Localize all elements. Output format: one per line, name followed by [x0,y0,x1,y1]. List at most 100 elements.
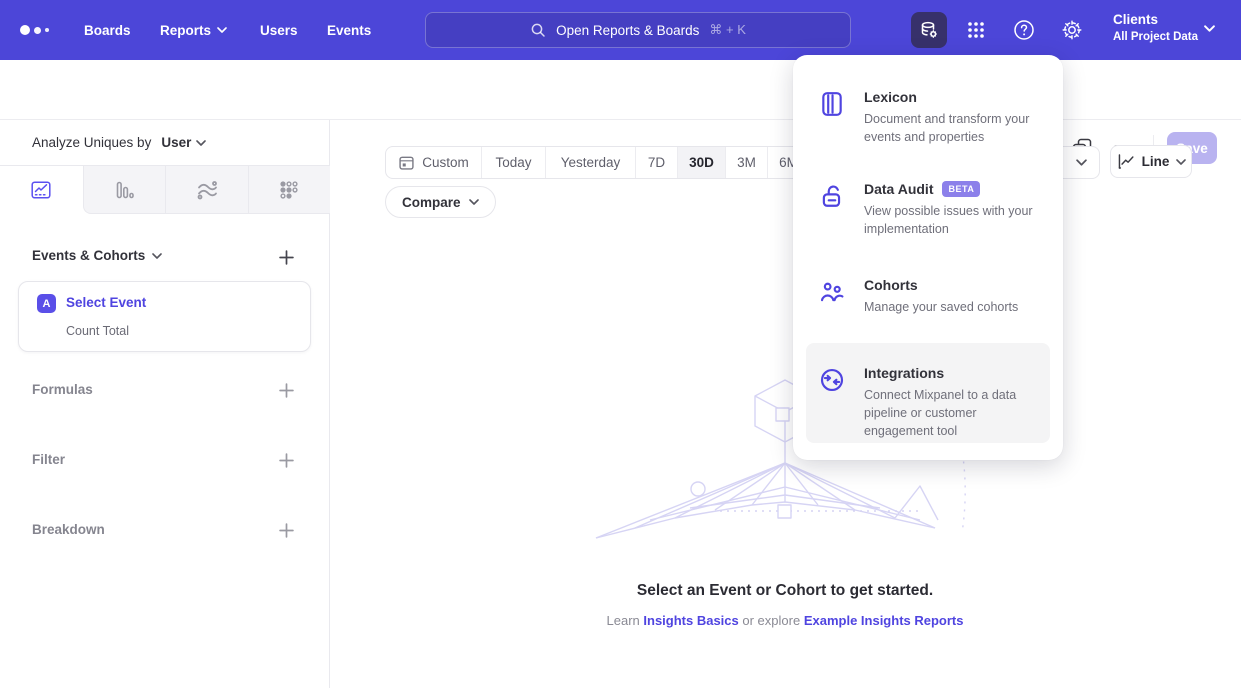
menu-item-description: View possible issues with your implement… [864,202,1038,238]
plus-icon [279,250,294,265]
project-name: All Project Data [1113,30,1198,45]
apps-grid-button[interactable] [958,12,994,48]
menu-item-text: Integrations Connect Mixpanel to a data … [864,353,1038,433]
data-management-button[interactable] [911,12,947,48]
add-filter-button[interactable] [277,451,295,469]
menu-item-title: Cohorts [864,277,918,293]
select-event-card[interactable]: A Select Event Count Total [18,281,311,352]
mixpanel-insights-app: Boards Reports Users Events Open Reports… [0,0,1241,688]
menu-item-text: Data Audit BETA View possible issues wit… [864,181,1038,238]
search-icon [530,22,546,38]
project-selector[interactable]: Clients All Project Data [1113,10,1198,45]
top-navbar: Boards Reports Users Events Open Reports… [0,0,1241,60]
menu-item-description: Connect Mixpanel to a data pipeline or c… [864,386,1038,440]
menu-item-title: Data Audit [864,181,933,197]
metrics-grid-tab-icon [278,179,300,201]
org-name: Clients [1113,10,1198,30]
chart-type-label: Line [1142,154,1170,169]
data-audit-icon [818,181,846,238]
analyze-value-dropdown[interactable]: User [161,135,206,150]
plus-icon [279,383,294,398]
range-label: 30D [689,155,714,170]
beta-badge: BETA [942,181,980,197]
breakdown-section-label: Breakdown [32,522,105,537]
range-option-today[interactable]: Today [482,147,546,178]
nav-item-boards[interactable]: Boards [84,0,131,60]
stacked-chart-tab-icon [196,179,218,201]
plus-icon [279,453,294,468]
chart-type-tabs [0,165,330,213]
add-event-button[interactable] [277,248,295,266]
formulas-section-label: Formulas [32,382,93,397]
mixpanel-logo[interactable] [20,0,49,60]
insights-basics-link[interactable]: Insights Basics [643,613,738,628]
events-cohorts-header[interactable]: Events & Cohorts [32,248,162,263]
tab-stacked-chart[interactable] [165,166,248,214]
empty-state-links: Learn Insights Basics or explore Example… [335,613,1235,628]
chevron-down-icon [217,27,227,33]
compare-label: Compare [402,195,461,210]
chevron-down-icon [1204,25,1215,32]
menu-item-text: Cohorts Manage your saved cohorts [864,277,1018,316]
date-range-control: Custom Today Yesterday 7D 30D 3M 6M 12M [385,146,859,179]
tab-line-chart[interactable] [0,166,83,214]
line-chart-icon [1116,152,1135,171]
menu-item-data-audit[interactable]: Data Audit BETA View possible issues wit… [806,171,1050,248]
nav-item-label: Reports [160,23,211,38]
nav-item-events[interactable]: Events [327,0,371,60]
menu-item-cohorts[interactable]: Cohorts Manage your saved cohorts [806,267,1050,326]
menu-item-description: Manage your saved cohorts [864,298,1018,316]
add-breakdown-button[interactable] [277,521,295,539]
range-label: Today [495,155,531,170]
global-search[interactable]: Open Reports & Boards ⌘ + K [425,12,851,48]
example-insights-reports-link[interactable]: Example Insights Reports [804,613,964,628]
settings-gear-icon [1061,19,1083,41]
logo-dot [34,27,41,34]
range-label: Yesterday [561,155,621,170]
nav-item-reports[interactable]: Reports [160,0,227,60]
range-option-yesterday[interactable]: Yesterday [546,147,636,178]
lexicon-book-icon [818,89,846,146]
analyze-value: User [161,135,191,150]
logo-dot [45,28,49,32]
or-explore-text: or explore [742,613,800,628]
apps-grid-icon [966,20,986,40]
query-builder-sidebar: Analyze Uniques by User [0,120,330,688]
tab-metrics-grid[interactable] [248,166,331,214]
range-option-3m[interactable]: 3M [726,147,768,178]
range-option-7d[interactable]: 7D [636,147,678,178]
logo-dot [20,25,30,35]
chevron-down-icon [1176,159,1186,165]
empty-state-heading: Select an Event or Cohort to get started… [435,582,1135,600]
compare-dropdown[interactable]: Compare [385,186,496,218]
learn-prefix-text: Learn [607,613,640,628]
range-label: Custom [422,155,469,170]
nav-item-label: Events [327,23,371,38]
chevron-down-icon [1076,159,1087,166]
nav-item-users[interactable]: Users [260,0,298,60]
data-management-icon [918,19,940,41]
menu-item-description: Document and transform your events and p… [864,110,1038,146]
help-button[interactable] [1006,12,1042,48]
filter-section-label: Filter [32,452,65,467]
count-total-label[interactable]: Count Total [66,324,129,338]
chevron-down-icon [152,253,162,259]
settings-button[interactable] [1054,12,1090,48]
project-selector-chevron[interactable] [1204,25,1215,32]
data-management-menu: Lexicon Document and transform your even… [793,55,1063,460]
integrations-icon [818,353,846,433]
select-event-label[interactable]: Select Event [66,295,146,310]
plus-icon [279,523,294,538]
cohorts-people-icon [818,277,846,316]
add-formula-button[interactable] [277,381,295,399]
range-label: 7D [648,155,665,170]
chart-type-dropdown[interactable]: Line [1110,145,1192,178]
range-option-custom[interactable]: Custom [386,147,482,178]
range-option-30d[interactable]: 30D [678,147,726,178]
help-icon [1013,19,1035,41]
tab-bar-chart[interactable] [83,166,166,214]
chevron-down-icon [196,140,206,146]
menu-item-lexicon[interactable]: Lexicon Document and transform your even… [806,79,1050,156]
menu-item-integrations[interactable]: Integrations Connect Mixpanel to a data … [806,343,1050,443]
line-chart-tab-icon [30,179,52,201]
